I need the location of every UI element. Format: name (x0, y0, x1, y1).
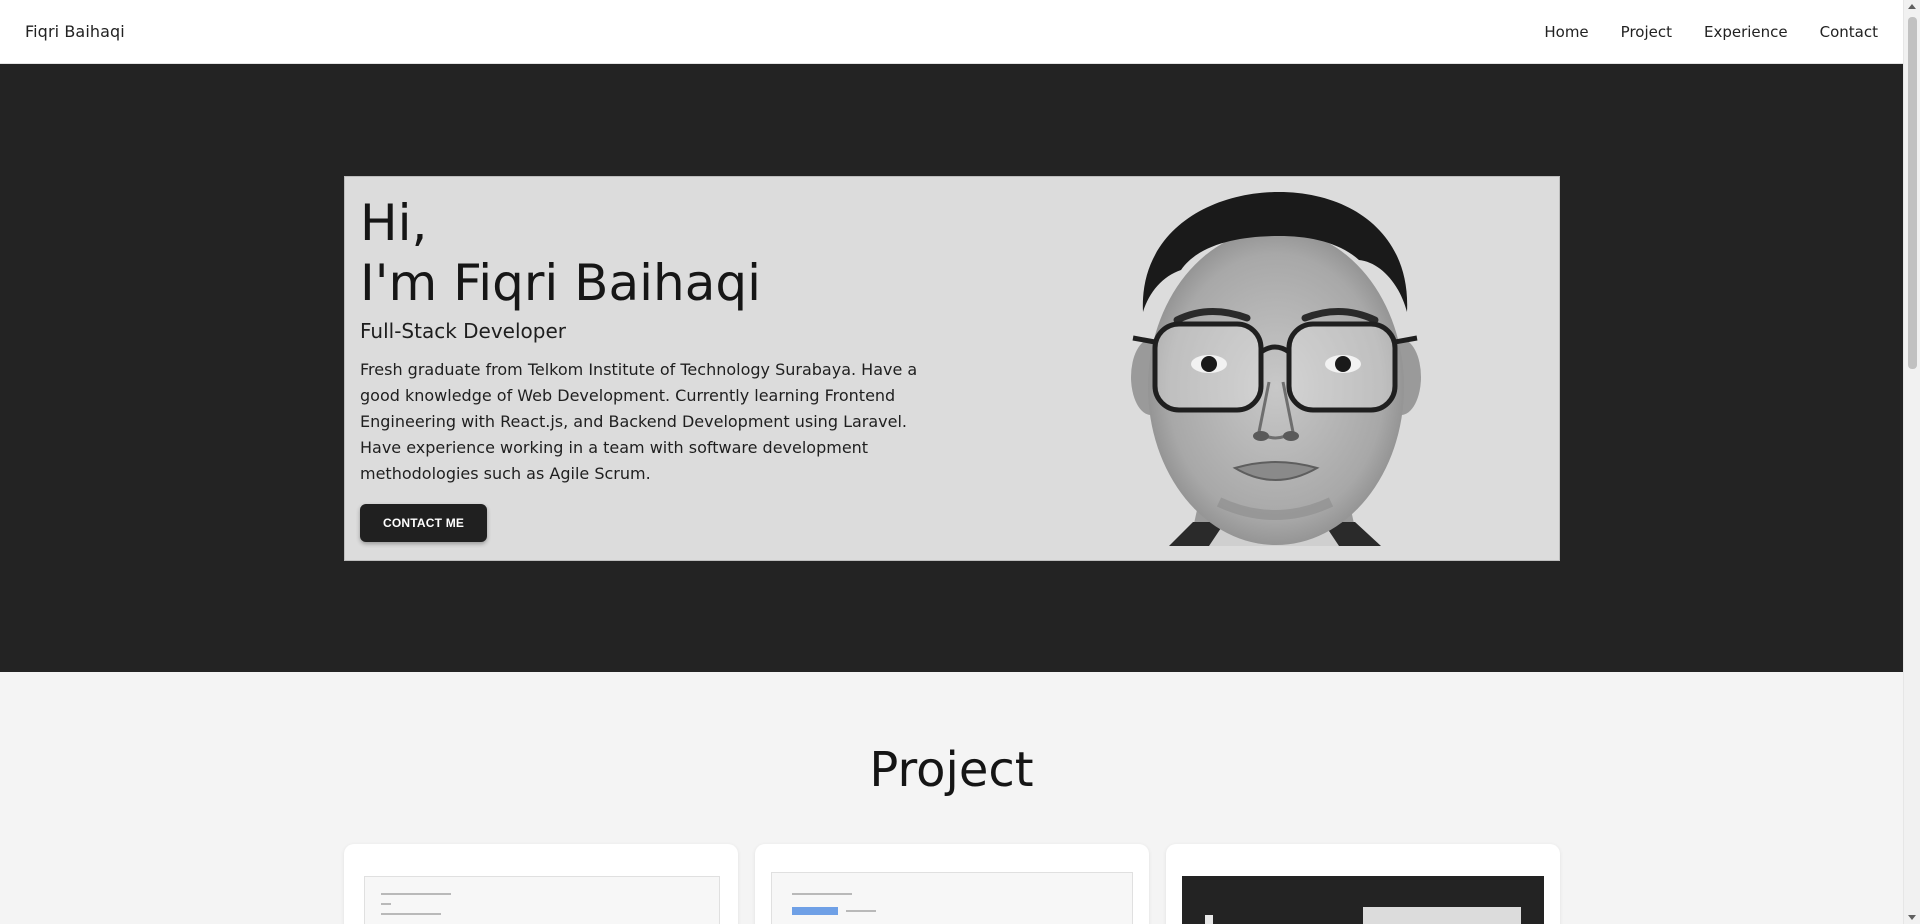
project-card[interactable] (755, 844, 1149, 924)
project-cards (344, 844, 1560, 924)
hero-card: Hi, I'm Fiqri Baihaqi Full-Stack Develop… (344, 176, 1560, 561)
hero-text-block: Hi, I'm Fiqri Baihaqi Full-Stack Develop… (360, 193, 960, 542)
project-thumbnail (1182, 876, 1544, 924)
scrollbar-thumb[interactable] (1908, 17, 1917, 369)
project-thumbnail (364, 876, 720, 924)
top-navbar: Fiqri Baihaqi Home Project Experience Co… (0, 0, 1903, 64)
project-section-title: Project (869, 742, 1034, 798)
hero-role: Full-Stack Developer (360, 319, 567, 343)
nav-experience-link[interactable]: Experience (1704, 23, 1788, 41)
scroll-down-icon[interactable] (1908, 915, 1916, 920)
hero-section: Hi, I'm Fiqri Baihaqi Full-Stack Develop… (0, 64, 1903, 672)
hero-greeting: Hi, (360, 194, 428, 252)
nav-home-link[interactable]: Home (1544, 23, 1588, 41)
nav-project-link[interactable]: Project (1621, 23, 1672, 41)
hero-description: Fresh graduate from Telkom Institute of … (360, 360, 918, 483)
brand-name[interactable]: Fiqri Baihaqi (25, 22, 125, 41)
project-card[interactable] (344, 844, 738, 924)
project-card[interactable] (1166, 844, 1560, 924)
page-scrollbar[interactable] (1903, 0, 1920, 924)
nav-contact-link[interactable]: Contact (1820, 23, 1878, 41)
contact-me-button[interactable]: CONTACT ME (360, 504, 488, 542)
hero-name: I'm Fiqri Baihaqi (360, 254, 761, 312)
scroll-up-icon[interactable] (1908, 4, 1916, 9)
project-thumbnail (771, 872, 1133, 924)
profile-photo (1109, 192, 1439, 546)
nav-menu: Home Project Experience Contact (1512, 23, 1878, 41)
